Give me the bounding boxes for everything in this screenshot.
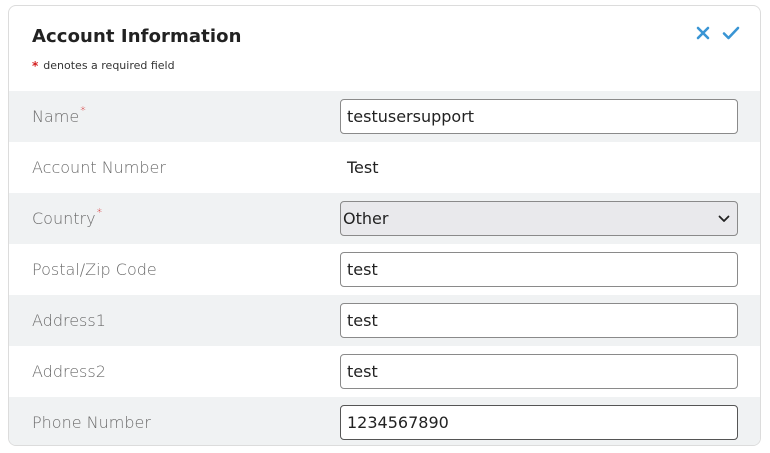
form-rows: Name* Account Number Test Country* Other — [9, 91, 760, 445]
header-actions — [694, 24, 740, 42]
phone-label: Phone Number — [32, 413, 151, 432]
country-label: Country* — [32, 206, 103, 228]
account-number-value: Test — [347, 158, 379, 177]
phone-number-input[interactable] — [340, 405, 738, 440]
form-row-address1: Address1 — [9, 295, 760, 346]
postal-label: Postal/Zip Code — [32, 260, 157, 279]
save-button[interactable] — [722, 24, 740, 42]
address1-label: Address1 — [32, 311, 106, 330]
address2-label: Address2 — [32, 362, 106, 381]
required-marker: * — [80, 104, 86, 117]
name-label: Name* — [32, 104, 86, 126]
chevron-down-icon — [717, 212, 731, 226]
postal-code-input[interactable] — [340, 252, 738, 287]
form-row-postal: Postal/Zip Code — [9, 244, 760, 295]
address1-input[interactable] — [340, 303, 738, 338]
form-row-account-number: Account Number Test — [9, 142, 760, 193]
required-field-note: * denotes a required field — [32, 59, 175, 72]
form-row-phone: Phone Number — [9, 397, 760, 445]
form-row-name: Name* — [9, 91, 760, 142]
cancel-button[interactable] — [694, 24, 712, 42]
name-input[interactable] — [340, 99, 738, 134]
check-icon — [722, 26, 740, 40]
account-number-label: Account Number — [32, 158, 166, 177]
required-marker: * — [96, 206, 103, 219]
close-icon — [696, 26, 710, 40]
form-row-country: Country* Other — [9, 193, 760, 244]
required-star-icon: * — [32, 58, 39, 73]
page-title: Account Information — [32, 26, 242, 47]
form-row-address2: Address2 — [9, 346, 760, 397]
card-header: Account Information * denotes a required… — [9, 6, 760, 91]
required-note-text: denotes a required field — [43, 59, 175, 72]
address2-input[interactable] — [340, 354, 738, 389]
account-information-card: Account Information * denotes a required… — [8, 5, 761, 446]
country-selected-value: Other — [343, 209, 389, 228]
country-select[interactable]: Other — [340, 201, 738, 236]
